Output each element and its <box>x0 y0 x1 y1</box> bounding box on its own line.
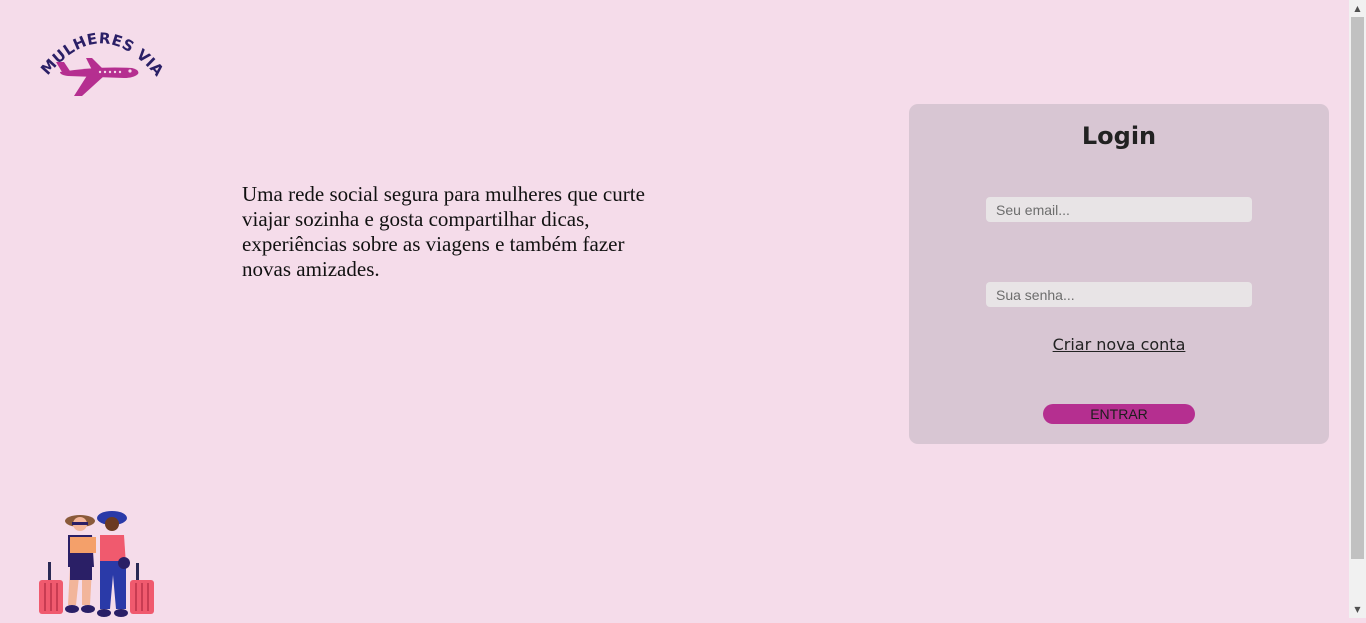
email-field[interactable] <box>986 197 1252 222</box>
password-field[interactable] <box>986 282 1252 307</box>
page-scrollbar[interactable]: ▲ ▼ <box>1349 0 1366 618</box>
scroll-thumb[interactable] <box>1351 17 1364 559</box>
airplane-logo-icon: MULHERES VIAJANTES <box>38 20 164 96</box>
women-travelers-illustration-icon <box>39 511 154 617</box>
hero-tagline: Uma rede social segura para mulheres que… <box>242 182 645 281</box>
scroll-up-arrow-icon[interactable]: ▲ <box>1349 0 1366 17</box>
login-card: Login Criar nova conta ENTRAR <box>909 104 1329 444</box>
create-account-link[interactable]: Criar nova conta <box>909 335 1329 354</box>
enter-button[interactable]: ENTRAR <box>1043 404 1195 424</box>
scroll-down-arrow-icon[interactable]: ▼ <box>1349 601 1366 618</box>
travelers-illustration <box>34 505 159 618</box>
login-title: Login <box>1081 122 1157 150</box>
brand-logo[interactable]: MULHERES VIAJANTES <box>38 20 164 102</box>
